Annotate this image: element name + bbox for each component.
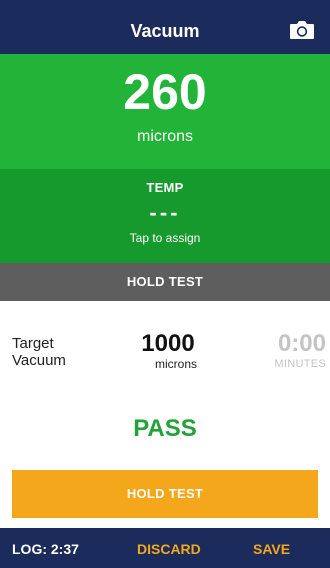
camera-icon[interactable] [288,19,316,41]
target-label-line1: Target [12,335,54,352]
vacuum-reading-panel: 260 microns [0,54,330,169]
hold-test-button[interactable]: HOLD TEST [12,470,318,518]
footer-bar: LOG: 2:37 DISCARD SAVE [0,528,330,568]
temp-value: --- [149,200,181,225]
temp-hint: Tap to assign [129,231,201,245]
page-title: Vacuum [130,20,200,41]
hold-test-tab[interactable]: HOLD TEST [0,263,330,301]
temp-label: TEMP [146,180,184,195]
vacuum-reading-value: 260 [123,64,207,120]
target-vacuum-unit: microns [154,357,197,371]
log-timer: LOG: 2:37 [12,541,79,557]
target-label-line2: Vacuum [12,352,66,369]
target-vacuum-label: Target Vacuum [12,335,66,369]
test-status: PASS [133,415,197,442]
timer-unit: MINUTES [274,358,326,370]
temp-assign-panel[interactable]: TEMP --- Tap to assign [0,169,330,263]
timer-value: 0:00 [277,330,326,357]
vacuum-reading-unit: microns [136,128,193,145]
app-header: Vacuum [0,0,330,54]
save-button[interactable]: SAVE [253,541,290,557]
discard-button[interactable]: DISCARD [137,541,201,557]
target-vacuum-value[interactable]: 1000 [118,331,218,357]
